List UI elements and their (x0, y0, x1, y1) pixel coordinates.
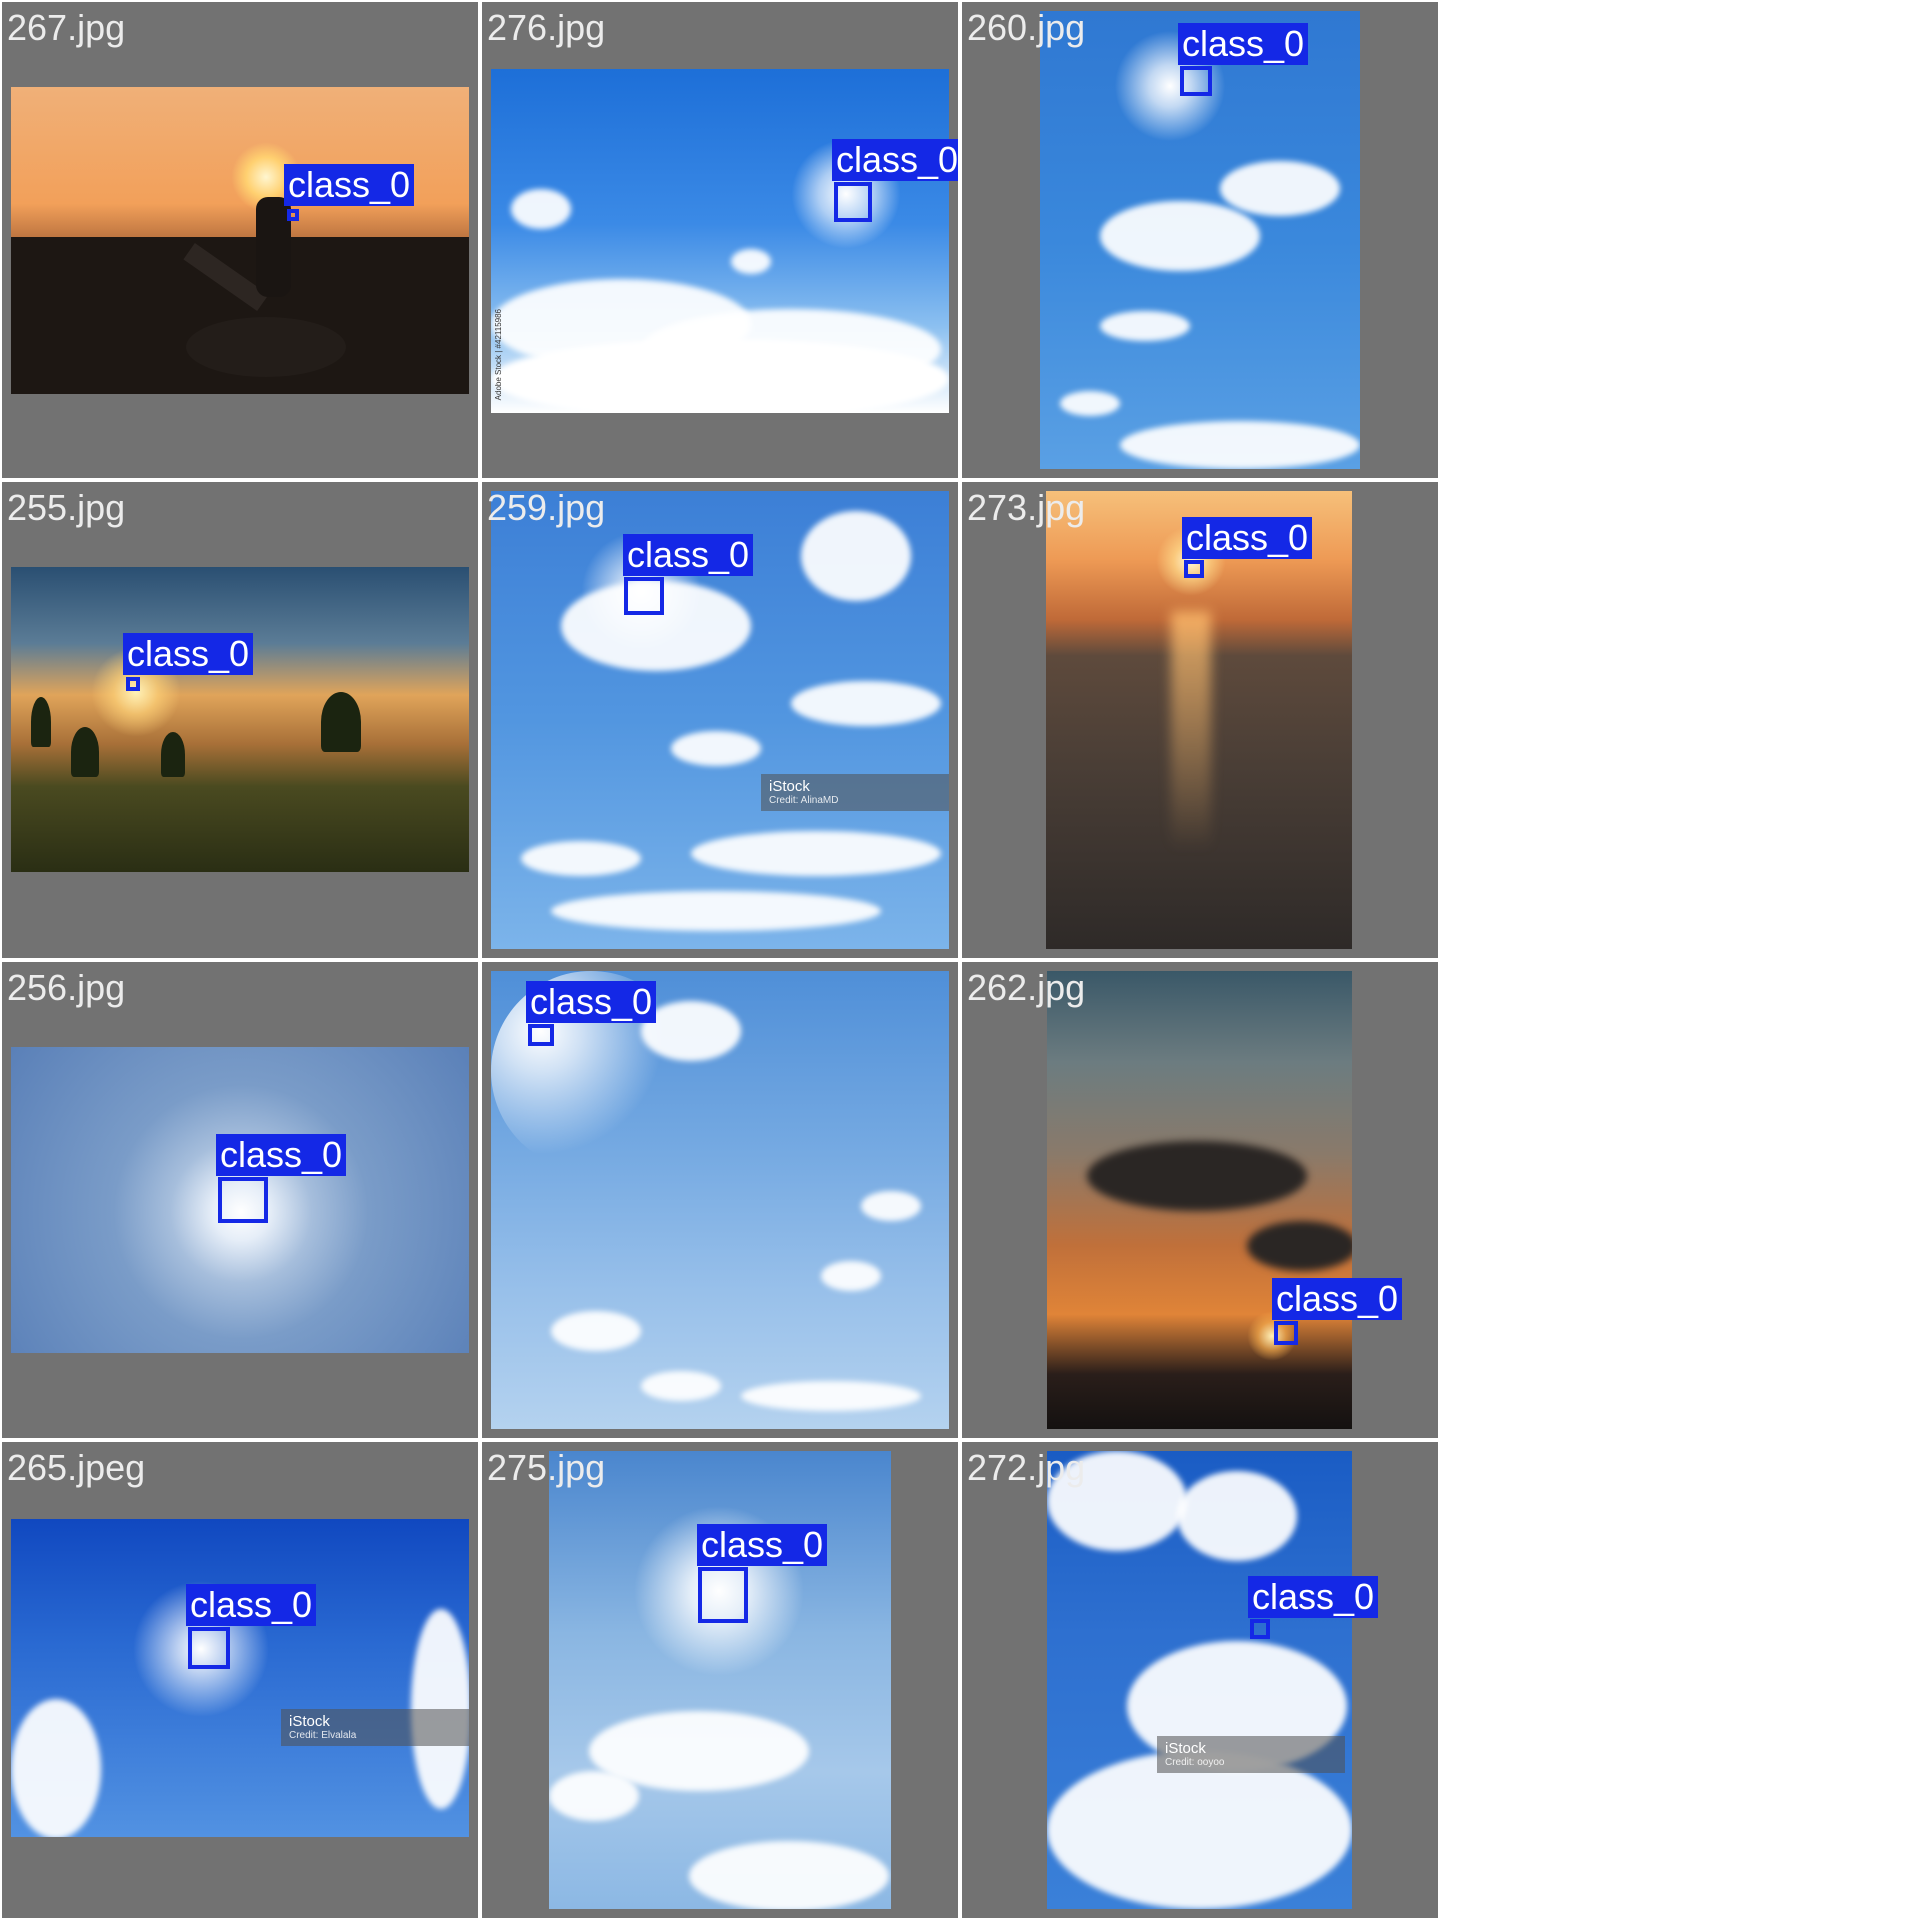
detection-label: class_0 (1248, 1576, 1379, 1618)
detection-box[interactable] (528, 1024, 554, 1046)
image-unnamed (491, 971, 949, 1429)
detection-label: class_0 (832, 139, 958, 181)
detection-label: class_0 (284, 164, 415, 206)
detection-box[interactable] (218, 1177, 268, 1223)
tile-259[interactable]: iStock Credit: AlinaMD 259.jpg class_0 (482, 482, 958, 958)
detection-label: class_0 (186, 1584, 317, 1626)
tile-275[interactable]: 275.jpg class_0 (482, 1442, 958, 1918)
tile-265[interactable]: iStock Credit: Elvalala 265.jpeg class_0 (2, 1442, 478, 1918)
detection-label: class_0 (623, 534, 754, 576)
detection-label: class_0 (123, 633, 254, 675)
watermark-brand: iStock (769, 778, 810, 795)
watermark-credit: Credit: Elvalala (289, 1730, 357, 1741)
tile-256[interactable]: 256.jpg class_0 (2, 962, 478, 1438)
filename: 267.jpg (7, 7, 126, 48)
detection-box[interactable] (287, 209, 299, 221)
image-272: iStock Credit: ooyoo (1047, 1451, 1352, 1909)
filename: 272.jpg (967, 1447, 1086, 1488)
image-275 (549, 1451, 891, 1909)
filename: 276.jpg (487, 7, 606, 48)
tile-260[interactable]: 260.jpg class_0 (962, 2, 1438, 478)
detection-label: class_0 (697, 1524, 828, 1566)
tile-276[interactable]: Adobe Stock | #42115986 276.jpg class_0 (482, 2, 958, 478)
image-276: Adobe Stock | #42115986 (491, 69, 949, 413)
image-255 (11, 567, 469, 872)
watermark: iStock Credit: AlinaMD (761, 774, 949, 811)
detection-box[interactable] (834, 182, 872, 222)
image-262 (1047, 971, 1352, 1429)
filename: 262.jpg (967, 967, 1086, 1008)
image-265: iStock Credit: Elvalala (11, 1519, 469, 1837)
detection-box[interactable] (1250, 1619, 1270, 1639)
detection-box[interactable] (1274, 1321, 1298, 1345)
filename: 259.jpg (487, 487, 606, 528)
watermark-brand: iStock (1165, 1740, 1206, 1757)
watermark-brand: iStock (289, 1713, 330, 1730)
watermark-side: Adobe Stock | #42115986 (494, 309, 503, 401)
filename: 265.jpeg (7, 1447, 146, 1488)
detection-box[interactable] (698, 1567, 748, 1623)
tile-272[interactable]: iStock Credit: ooyoo 272.jpg class_0 (962, 1442, 1438, 1918)
detection-box[interactable] (1184, 560, 1204, 578)
watermark: iStock Credit: Elvalala (281, 1709, 469, 1746)
tile-273[interactable]: 273.jpg class_0 (962, 482, 1438, 958)
image-267 (11, 87, 469, 394)
detection-label: class_0 (1178, 23, 1309, 65)
tile-267[interactable]: 267.jpg class_0 (2, 2, 478, 478)
detection-box[interactable] (1180, 66, 1212, 96)
detection-box[interactable] (126, 677, 140, 691)
filename: 260.jpg (967, 7, 1086, 48)
watermark-credit: Credit: AlinaMD (769, 795, 839, 806)
prediction-grid: 267.jpg class_0 Adobe Stock | #42115986 … (0, 0, 1440, 1920)
filename: 275.jpg (487, 1447, 606, 1488)
filename: 255.jpg (7, 487, 126, 528)
detection-label: class_0 (1182, 517, 1313, 559)
watermark-credit: Credit: ooyoo (1165, 1757, 1225, 1768)
detection-label: class_0 (216, 1134, 347, 1176)
detection-label: class_0 (526, 981, 657, 1023)
detection-box[interactable] (188, 1627, 230, 1669)
filename: 256.jpg (7, 967, 126, 1008)
filename: 273.jpg (967, 487, 1086, 528)
detection-label: class_0 (1272, 1278, 1403, 1320)
watermark: iStock Credit: ooyoo (1157, 1736, 1345, 1773)
tile-262[interactable]: 262.jpg class_0 (962, 962, 1438, 1438)
tile-255[interactable]: 255.jpg class_0 (2, 482, 478, 958)
tile-unnamed[interactable]: class_0 (482, 962, 958, 1438)
detection-box[interactable] (624, 577, 664, 615)
